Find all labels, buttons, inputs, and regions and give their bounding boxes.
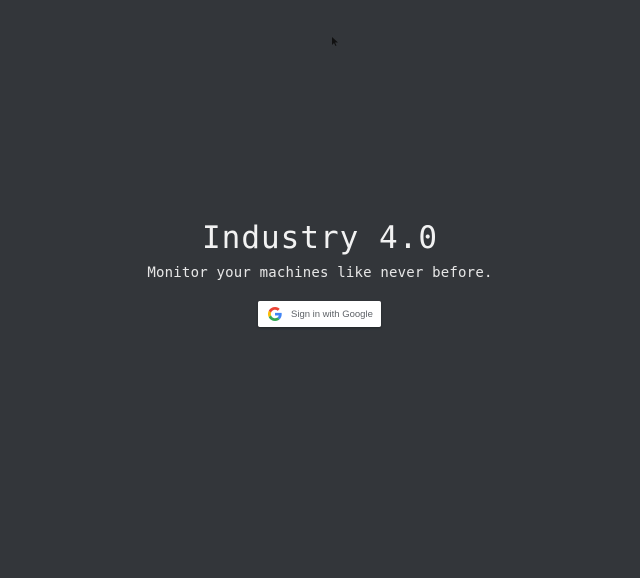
google-signin-label: Sign in with Google [291, 308, 373, 320]
page-title: Industry 4.0 [202, 220, 438, 256]
landing-page: Industry 4.0 Monitor your machines like … [0, 0, 640, 578]
google-signin-button[interactable]: Sign in with Google [258, 301, 381, 327]
hero-section: Industry 4.0 Monitor your machines like … [0, 218, 640, 282]
google-g-icon [268, 307, 282, 321]
page-subtitle: Monitor your machines like never before. [147, 265, 493, 281]
